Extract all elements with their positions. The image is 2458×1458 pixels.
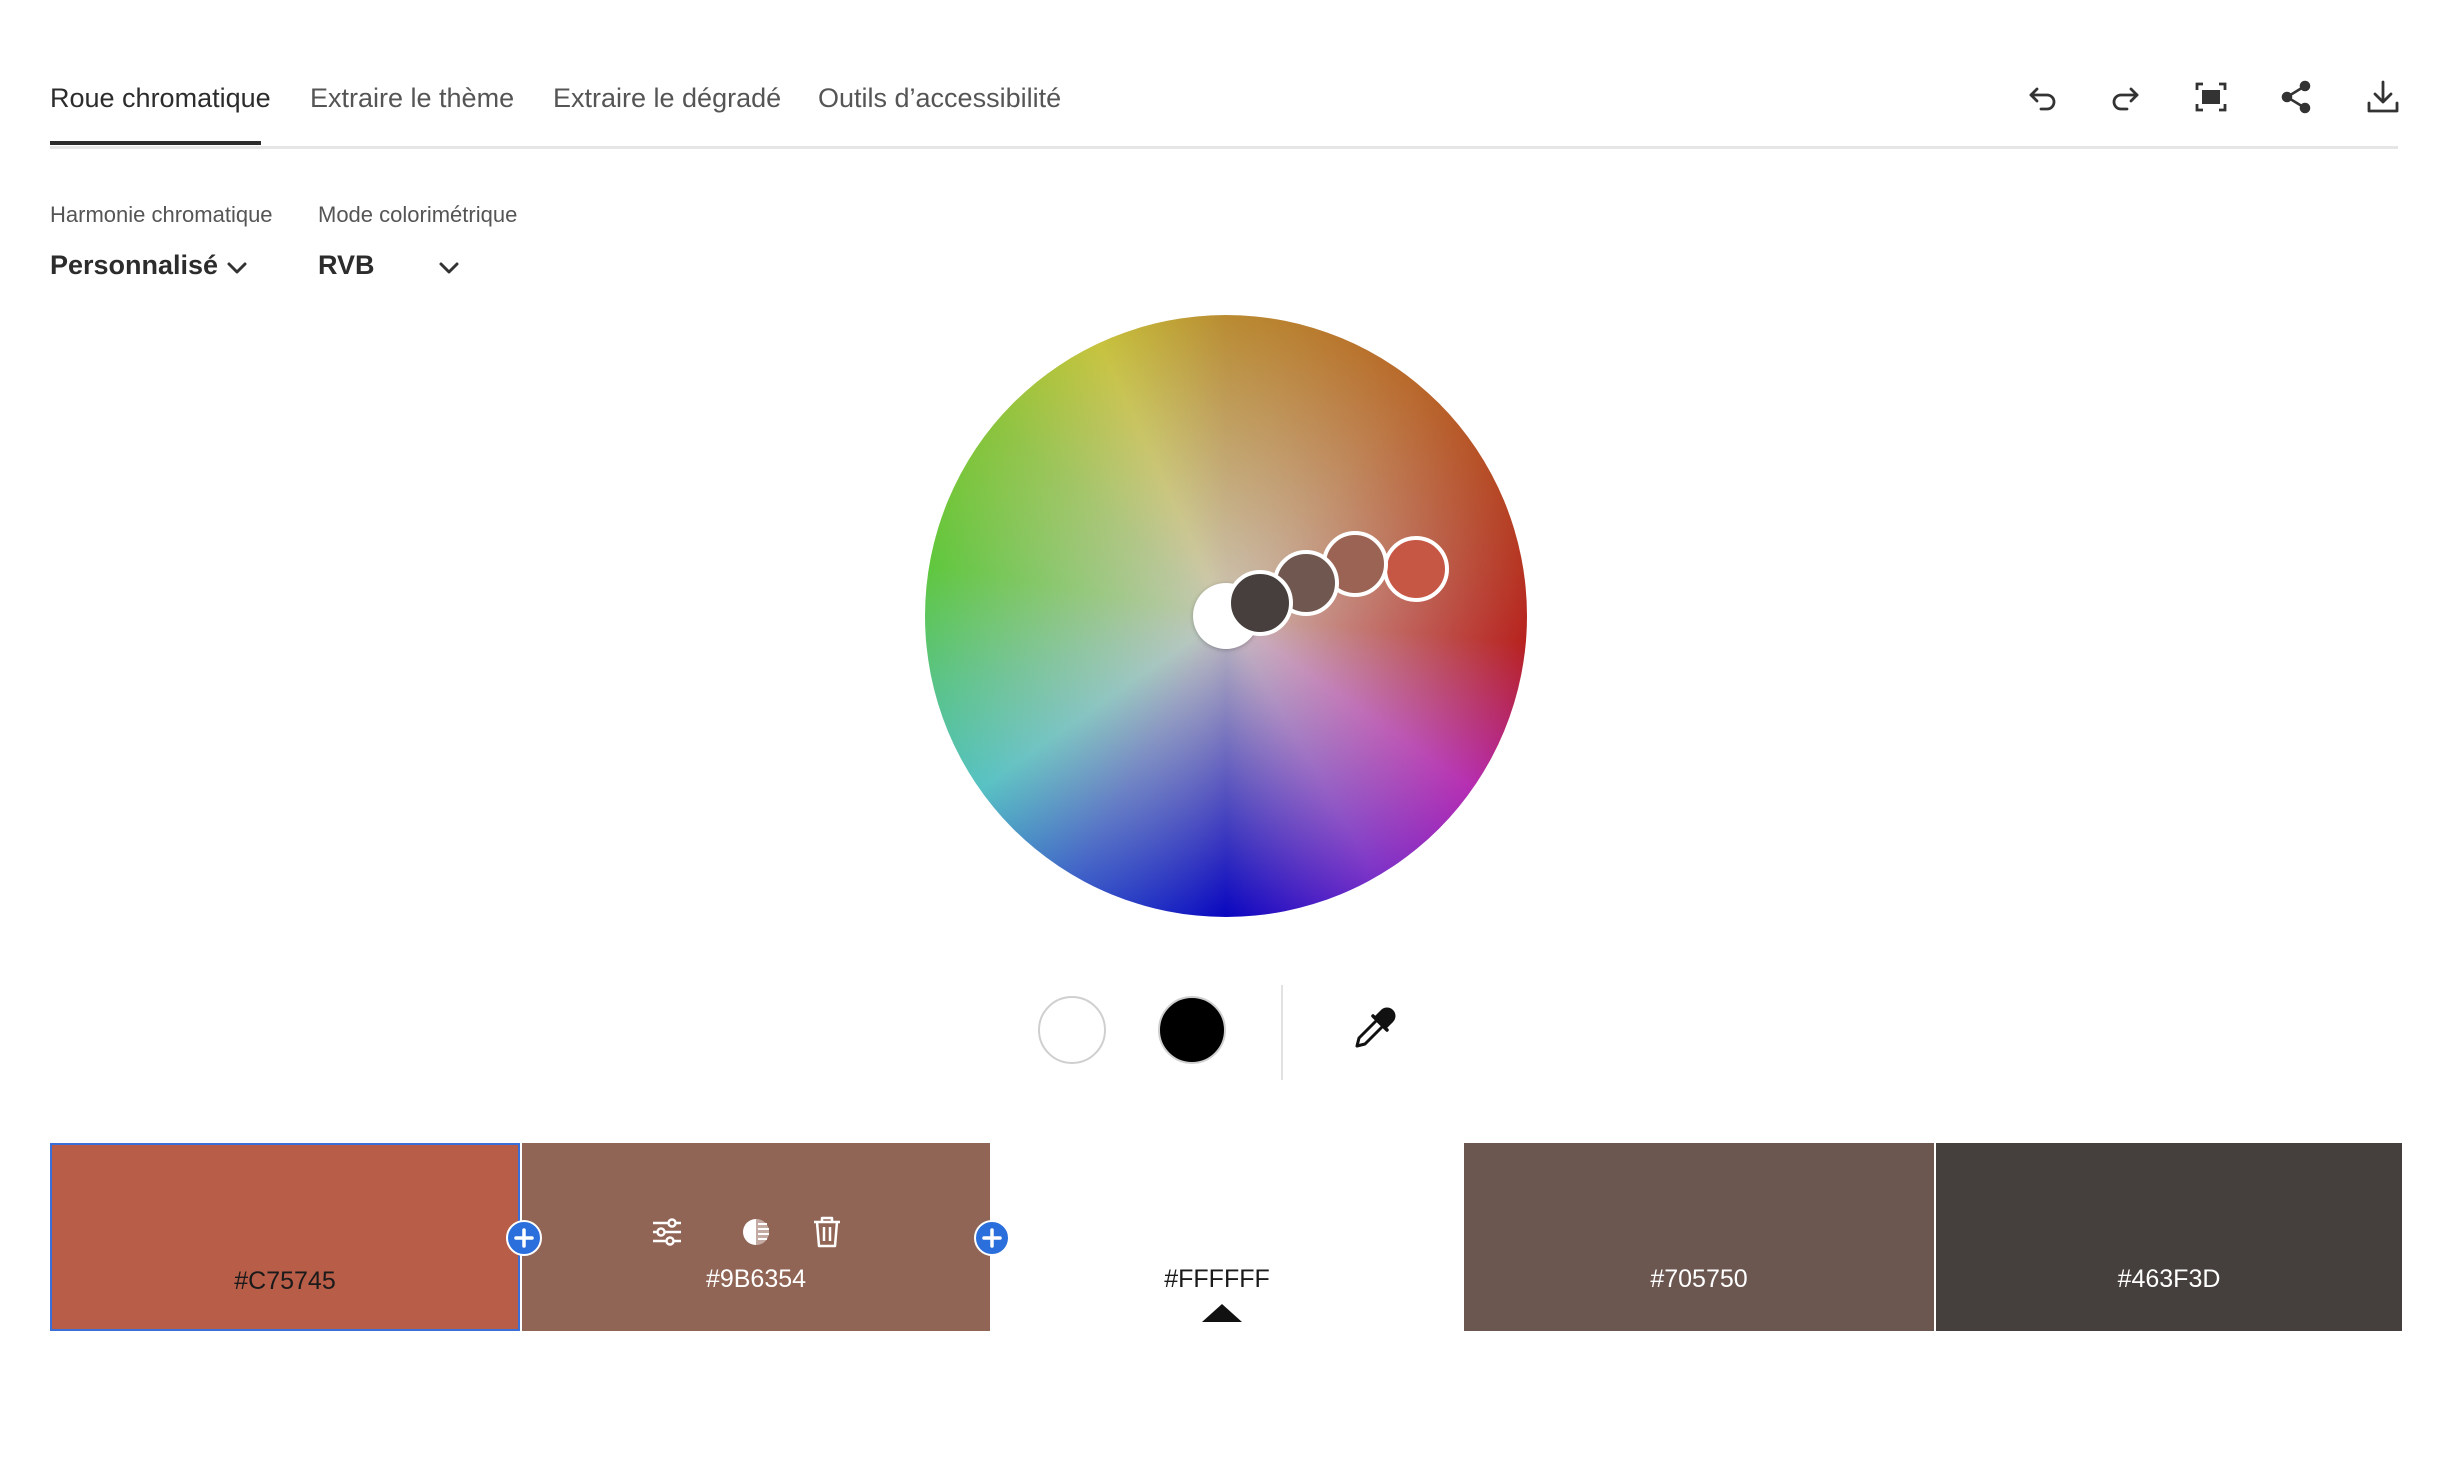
swatch-hex: #FFFFFF bbox=[1164, 1265, 1270, 1293]
harmony-dropdown[interactable]: Personnalisé bbox=[50, 250, 218, 281]
contrast-icon[interactable] bbox=[737, 1213, 775, 1251]
tab-extract-theme[interactable]: Extraire le thème bbox=[310, 78, 514, 118]
divider bbox=[1281, 985, 1283, 1080]
fullscreen-icon[interactable] bbox=[2186, 72, 2236, 122]
tab-accessibility-tools[interactable]: Outils d’accessibilité bbox=[818, 78, 1061, 118]
wheel-handle-4[interactable] bbox=[1227, 570, 1293, 636]
swatch-hex: #9B6354 bbox=[705, 1265, 807, 1293]
share-icon[interactable] bbox=[2271, 72, 2321, 122]
swatch-3-base[interactable]: #FFFFFF bbox=[992, 1143, 1462, 1331]
active-tab-indicator bbox=[50, 141, 261, 145]
redo-icon[interactable] bbox=[2100, 72, 2150, 122]
download-icon[interactable] bbox=[2358, 72, 2408, 122]
swatch-hex: #463F3D bbox=[2117, 1265, 2221, 1293]
undo-icon[interactable] bbox=[2018, 72, 2068, 122]
color-mode-dropdown[interactable]: RVB bbox=[318, 250, 375, 281]
color-wheel[interactable] bbox=[925, 315, 1527, 917]
swatch-hex: #C75745 bbox=[234, 1267, 336, 1295]
swatch-4[interactable]: #705750 bbox=[1464, 1143, 1934, 1331]
wheel-handles bbox=[1193, 531, 1449, 649]
tab-color-wheel[interactable]: Roue chromatique bbox=[50, 78, 271, 118]
white-color-button[interactable] bbox=[1038, 996, 1106, 1064]
swatch-5[interactable]: #463F3D bbox=[1936, 1143, 2402, 1331]
swatch-hex: #705750 bbox=[1650, 1265, 1748, 1293]
wheel-handle-1[interactable] bbox=[1383, 536, 1449, 602]
swatch-tools bbox=[522, 1213, 990, 1253]
add-color-button[interactable] bbox=[974, 1220, 1010, 1256]
toolbar bbox=[2018, 72, 2408, 122]
tab-extract-gradient[interactable]: Extraire le dégradé bbox=[553, 78, 781, 118]
trash-icon[interactable] bbox=[808, 1213, 846, 1251]
black-color-button[interactable] bbox=[1158, 996, 1226, 1064]
add-color-button[interactable] bbox=[506, 1220, 542, 1256]
swatch-2[interactable]: #9B6354 bbox=[522, 1143, 990, 1331]
sliders-icon[interactable] bbox=[648, 1213, 686, 1251]
color-mode-label: Mode colorimétrique bbox=[318, 202, 518, 227]
harmony-label: Harmonie chromatique bbox=[50, 202, 273, 227]
swatch-1[interactable]: #C75745 bbox=[50, 1143, 520, 1331]
eyedropper-icon[interactable] bbox=[1347, 1004, 1399, 1056]
chevron-down-icon[interactable] bbox=[437, 256, 461, 280]
chevron-down-icon[interactable] bbox=[225, 256, 249, 280]
base-color-marker bbox=[1202, 1304, 1242, 1322]
